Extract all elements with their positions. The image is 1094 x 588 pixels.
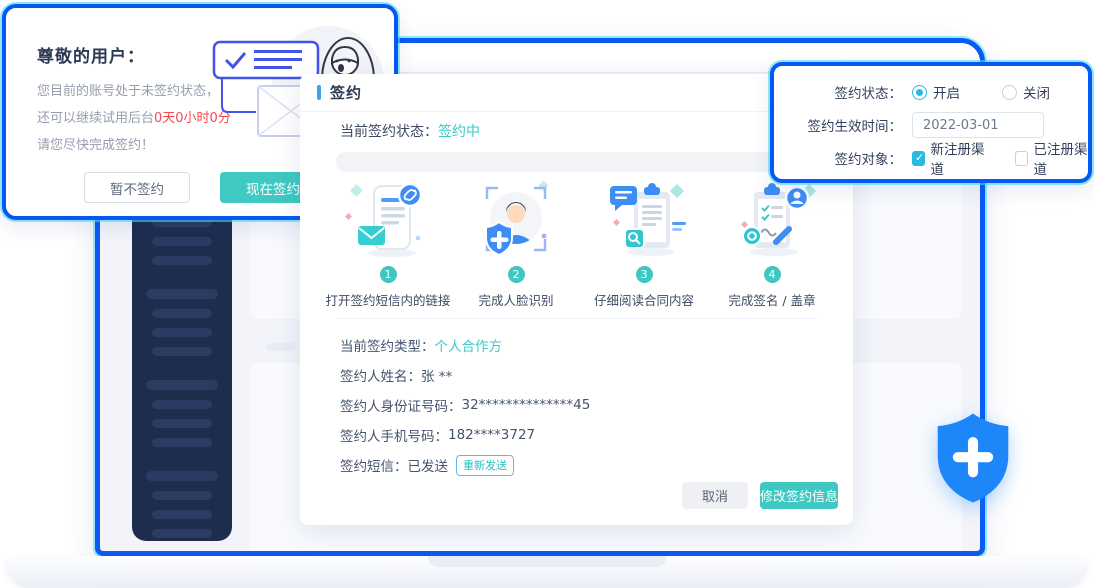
signing-steps: 1 打开签约短信内的链接 bbox=[324, 178, 836, 309]
sign-type-row: 当前签约类型：个人合作方 bbox=[340, 330, 590, 360]
status-off-label: 关闭 bbox=[1023, 82, 1050, 102]
status-value: 签约中 bbox=[438, 124, 480, 140]
step-number: 4 bbox=[764, 266, 781, 283]
target-new-checkbox[interactable]: 新注册渠道 bbox=[912, 138, 985, 178]
radio-unselected-icon[interactable] bbox=[1002, 85, 1017, 100]
step-label: 完成签名 / 盖章 bbox=[708, 290, 836, 309]
target-registered-checkbox[interactable]: 已注册渠道 bbox=[1015, 138, 1088, 178]
effective-time-input[interactable] bbox=[912, 112, 1044, 138]
target-registered-label: 已注册渠道 bbox=[1034, 138, 1089, 178]
step-number: 1 bbox=[380, 266, 397, 283]
radio-selected-icon[interactable] bbox=[912, 85, 927, 100]
sms-status-value: 已发送 bbox=[408, 455, 449, 475]
step-label: 仔细阅读合同内容 bbox=[580, 290, 708, 309]
resend-sms-button[interactable]: 重新发送 bbox=[456, 455, 514, 476]
page: 尊敬的用户： 您目前的账号处于未签约状态， 还可以继续试用后台0天0小时0分 请… bbox=[0, 0, 1094, 588]
title-accent-bar bbox=[317, 85, 321, 100]
step-face-recognition: 2 完成人脸识别 bbox=[452, 178, 580, 309]
signer-phone-row: 签约人手机号码：182****3727 bbox=[340, 420, 590, 450]
sign-target-label: 签约对象： bbox=[774, 148, 902, 168]
sign-status-label: 签约状态： bbox=[774, 82, 902, 102]
modal-title: 签约 bbox=[330, 82, 362, 103]
sign-status-row: 签约状态： 开启 关闭 bbox=[774, 79, 1088, 105]
laptop-base-notch bbox=[428, 556, 666, 567]
modify-sign-info-button[interactable]: 修改签约信息 bbox=[760, 482, 838, 509]
signer-id-value: 32**************45 bbox=[462, 397, 591, 413]
signature-seal-icon bbox=[724, 178, 820, 262]
step-open-sms-link: 1 打开签约短信内的链接 bbox=[324, 178, 452, 309]
step-number: 2 bbox=[508, 266, 525, 283]
sms-status-row: 签约短信：已发送 重新发送 bbox=[340, 450, 590, 480]
step-number: 3 bbox=[636, 266, 653, 283]
signer-details: 当前签约类型：个人合作方 签约人姓名：张 ** 签约人身份证号码：32*****… bbox=[340, 330, 590, 480]
content-skeleton-pill bbox=[266, 343, 296, 351]
step-label: 完成人脸识别 bbox=[452, 290, 580, 309]
step-read-contract: 3 仔细阅读合同内容 bbox=[580, 178, 708, 309]
current-sign-status: 当前签约状态：签约中 bbox=[340, 121, 480, 141]
status-off-radio[interactable]: 关闭 bbox=[1002, 82, 1050, 102]
signer-name-value: 张 ** bbox=[421, 365, 452, 385]
signer-phone-value: 182****3727 bbox=[448, 427, 535, 443]
face-recognition-icon bbox=[468, 178, 564, 262]
modal-footer: 取消 修改签约信息 bbox=[682, 482, 838, 509]
sign-later-button[interactable]: 暂不签约 bbox=[84, 172, 190, 203]
status-on-radio[interactable]: 开启 bbox=[912, 82, 960, 102]
modal-divider bbox=[336, 318, 817, 319]
cancel-button[interactable]: 取消 bbox=[682, 482, 748, 509]
contract-read-icon bbox=[596, 178, 692, 262]
shield-plus-icon bbox=[931, 409, 1015, 507]
sign-settings-panel: 签约状态： 开启 关闭 签约生效时间： 签约对象： 新注册渠道 已注册渠道 bbox=[770, 62, 1092, 183]
notice-title: 尊敬的用户： bbox=[37, 42, 145, 67]
shield-plus-badge bbox=[931, 409, 1015, 511]
step-sign-seal: 4 完成签名 / 盖章 bbox=[708, 178, 836, 309]
step-label: 打开签约短信内的链接 bbox=[324, 290, 452, 309]
effective-time-label: 签约生效时间： bbox=[774, 115, 902, 135]
sign-target-row: 签约对象： 新注册渠道 已注册渠道 bbox=[774, 145, 1088, 171]
checkbox-unchecked-icon[interactable] bbox=[1015, 151, 1028, 166]
signer-id-row: 签约人身份证号码：32**************45 bbox=[340, 390, 590, 420]
target-new-label: 新注册渠道 bbox=[931, 138, 986, 178]
signer-name-row: 签约人姓名：张 ** bbox=[340, 360, 590, 390]
decorative-track-bar bbox=[336, 152, 822, 172]
sign-type-value: 个人合作方 bbox=[435, 335, 503, 355]
phone-sms-link-icon bbox=[340, 178, 436, 262]
checkbox-checked-icon[interactable] bbox=[912, 151, 925, 166]
effective-time-row: 签约生效时间： bbox=[774, 112, 1088, 138]
status-on-label: 开启 bbox=[933, 82, 960, 102]
